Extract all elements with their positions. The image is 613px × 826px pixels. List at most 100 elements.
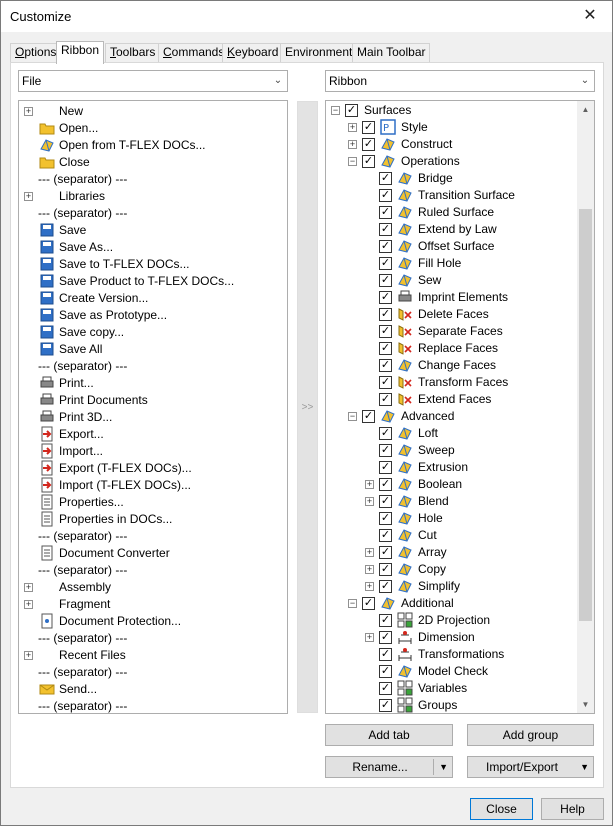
tree-item[interactable]: ✓ Cut [326, 527, 578, 544]
list-item[interactable]: Save copy... [19, 324, 287, 341]
dropdown-arrow-icon[interactable]: ▼ [439, 757, 448, 777]
tab-options[interactable]: Options [10, 43, 62, 62]
tree-item-checkbox[interactable]: ✓ [379, 206, 392, 219]
list-item[interactable]: Close [19, 154, 287, 171]
tree-item-checkbox[interactable]: ✓ [379, 699, 392, 712]
tree-item-checkbox[interactable]: ✓ [379, 274, 392, 287]
tab-environment[interactable]: Environment [280, 43, 358, 62]
right-ribbon-select[interactable]: Ribbon ⌄ [325, 70, 595, 92]
tree-item[interactable]: + ✓ Construct [326, 136, 578, 153]
list-item[interactable]: --- (separator) --- [19, 205, 287, 222]
tree-item[interactable]: ✓ Change Faces [326, 357, 578, 374]
tree-item-checkbox[interactable]: ✓ [379, 325, 392, 338]
tree-item[interactable]: + ✓ Dimension [326, 629, 578, 646]
list-item[interactable]: Save to T-FLEX DOCs... [19, 256, 287, 273]
tree-item[interactable]: ✓ Extrusion [326, 459, 578, 476]
tree-item-checkbox[interactable]: ✓ [379, 342, 392, 355]
tree-item[interactable]: ✓ Extend by Law [326, 221, 578, 238]
list-item[interactable]: Open... [19, 120, 287, 137]
expand-icon[interactable]: + [24, 651, 33, 660]
tree-item-checkbox[interactable]: ✓ [379, 393, 392, 406]
list-item[interactable]: --- (separator) --- [19, 664, 287, 681]
tree-item[interactable]: ✓ Bridge [326, 170, 578, 187]
list-item[interactable]: Document Protection... [19, 613, 287, 630]
list-item[interactable]: --- (separator) --- [19, 358, 287, 375]
tree-item[interactable]: + ✓ Copy [326, 561, 578, 578]
tab-ribbon[interactable]: Ribbon [56, 41, 105, 64]
list-item[interactable]: --- (separator) --- [19, 630, 287, 647]
expand-icon[interactable]: + [365, 633, 374, 642]
tree-item-checkbox[interactable]: ✓ [362, 138, 375, 151]
tree-item-checkbox[interactable]: ✓ [379, 665, 392, 678]
add-group-button[interactable]: Add group [467, 724, 594, 746]
tree-item-checkbox[interactable]: ✓ [379, 512, 392, 525]
tab-main-toolbar[interactable]: Main Toolbar [352, 43, 431, 62]
list-item[interactable]: + New [19, 103, 287, 120]
tree-item[interactable]: ✓ Hole [326, 510, 578, 527]
scroll-down-icon[interactable]: ▼ [577, 696, 594, 713]
import-export-button[interactable]: Import/Export ▼ [467, 756, 594, 778]
list-item[interactable]: Print... [19, 375, 287, 392]
tree-item-checkbox[interactable]: ✓ [379, 240, 392, 253]
tree-item-checkbox[interactable]: ✓ [379, 291, 392, 304]
tree-item[interactable]: + ✓ Boolean [326, 476, 578, 493]
list-item[interactable]: Send... [19, 681, 287, 698]
left-category-select[interactable]: File ⌄ [18, 70, 288, 92]
expand-icon[interactable]: + [24, 583, 33, 592]
list-item[interactable]: Print 3D... [19, 409, 287, 426]
tree-item-checkbox[interactable]: ✓ [379, 376, 392, 389]
tree-item-checkbox[interactable]: ✓ [379, 427, 392, 440]
list-item[interactable]: Properties... [19, 494, 287, 511]
tree-item-checkbox[interactable]: ✓ [379, 359, 392, 372]
list-item[interactable]: + Libraries [19, 188, 287, 205]
tree-item-checkbox[interactable]: ✓ [362, 155, 375, 168]
tree-item[interactable]: ✓ Transform Faces [326, 374, 578, 391]
collapse-icon[interactable]: − [348, 157, 357, 166]
close-button[interactable]: Close [470, 798, 533, 820]
tree-item[interactable]: − ✓ Surfaces [326, 102, 578, 119]
list-item[interactable]: --- (separator) --- [19, 528, 287, 545]
list-item[interactable]: Properties in DOCs... [19, 511, 287, 528]
tab-toolbars[interactable]: Toolbars [105, 43, 161, 62]
list-item[interactable]: Document Converter [19, 545, 287, 562]
tree-item[interactable]: ✓ Sweep [326, 442, 578, 459]
list-item[interactable]: Import (T-FLEX DOCs)... [19, 477, 287, 494]
tree-item[interactable]: + ✓ Array [326, 544, 578, 561]
collapse-icon[interactable]: − [348, 412, 357, 421]
tree-item-checkbox[interactable]: ✓ [345, 104, 358, 117]
list-item[interactable]: + Fragment [19, 596, 287, 613]
expand-icon[interactable]: + [348, 123, 357, 132]
tree-item[interactable]: ✓ Model Check [326, 663, 578, 680]
tree-item-checkbox[interactable]: ✓ [379, 444, 392, 457]
list-item[interactable]: Open from T-FLEX DOCs... [19, 137, 287, 154]
dropdown-arrow-icon[interactable]: ▼ [580, 757, 589, 777]
scroll-up-icon[interactable]: ▲ [577, 101, 594, 118]
add-tab-button[interactable]: Add tab [325, 724, 453, 746]
collapse-icon[interactable]: − [331, 106, 340, 115]
expand-icon[interactable]: + [348, 140, 357, 149]
tree-item-checkbox[interactable]: ✓ [379, 529, 392, 542]
tree-item-checkbox[interactable]: ✓ [379, 189, 392, 202]
tree-item-checkbox[interactable]: ✓ [379, 495, 392, 508]
tree-item[interactable]: ✓ Ruled Surface [326, 204, 578, 221]
tree-item-checkbox[interactable]: ✓ [379, 682, 392, 695]
tree-item-checkbox[interactable]: ✓ [379, 461, 392, 474]
tree-item[interactable]: − ✓ Advanced [326, 408, 578, 425]
list-item[interactable]: + Assembly [19, 579, 287, 596]
list-item[interactable]: Save Product to T-FLEX DOCs... [19, 273, 287, 290]
tree-item[interactable]: + ✓ Simplify [326, 578, 578, 595]
tree-item[interactable]: ✓ Transformations [326, 646, 578, 663]
expand-icon[interactable]: + [365, 548, 374, 557]
list-item[interactable]: Save As... [19, 239, 287, 256]
ribbon-tree[interactable]: − ✓ Surfaces + ✓ P Style + ✓ Construct − ✓ Operation… [325, 100, 595, 714]
list-item[interactable]: --- (separator) --- [19, 698, 287, 713]
list-item[interactable]: --- (separator) --- [19, 171, 287, 188]
tree-item[interactable]: + ✓ P Style [326, 119, 578, 136]
close-window-icon[interactable]: ✕ [568, 1, 612, 31]
list-item[interactable]: Import... [19, 443, 287, 460]
tree-item-checkbox[interactable]: ✓ [362, 121, 375, 134]
list-item[interactable]: Print Documents [19, 392, 287, 409]
expand-icon[interactable]: + [365, 582, 374, 591]
list-item[interactable]: + Recent Files [19, 647, 287, 664]
tree-item[interactable]: − ✓ Operations [326, 153, 578, 170]
